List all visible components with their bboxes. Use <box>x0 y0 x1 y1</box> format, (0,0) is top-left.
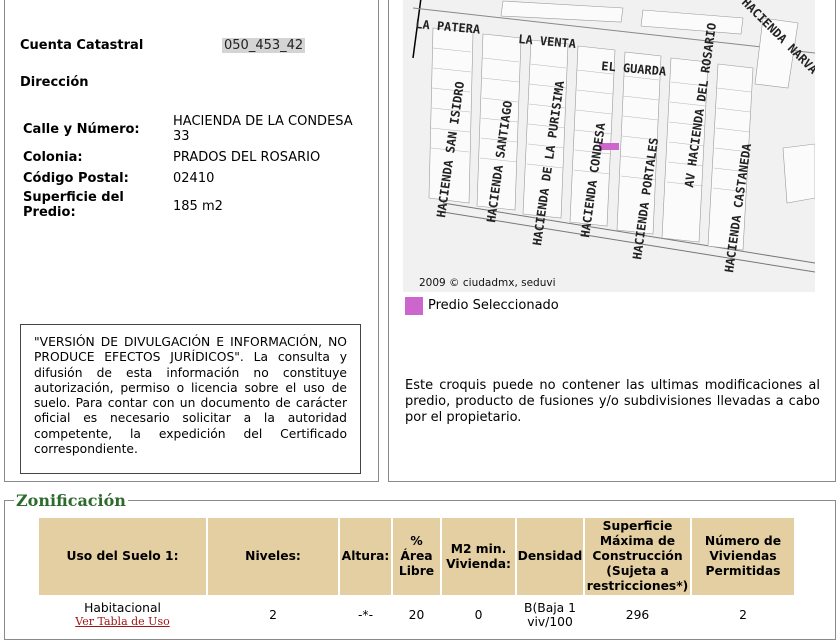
legend-swatch <box>405 297 423 315</box>
croquis-map[interactable]: LA PATERA LA VENTA EL GUARDA HACIENDA NA… <box>403 0 815 292</box>
col-header-m2-min: M2 min. Vivienda: <box>442 518 515 595</box>
zonificacion-title: Zonificación <box>14 491 128 510</box>
cell-altura: -*- <box>357 608 374 622</box>
codigo-postal-label: Código Postal: <box>23 171 129 186</box>
disclaimer-box: "VERSIÓN DE DIVULGACIÓN E INFORMACIÓN, N… <box>20 324 361 474</box>
calle-value: HACIENDA DE LA CONDESA 33 <box>173 114 353 144</box>
col-header-altura: Altura: <box>340 518 391 595</box>
cuenta-catastral-value[interactable]: 050_453_42 <box>222 38 306 53</box>
ver-tabla-uso-link[interactable]: Ver Tabla de Uso <box>39 615 206 629</box>
uso-value: Habitacional <box>84 601 161 615</box>
legend-label: Predio Seleccionado <box>428 298 559 313</box>
cell-densidad: B(Baja 1 viv/100 <box>524 601 576 629</box>
calle-label: Calle y Número: <box>23 122 140 137</box>
cell-superficie: 296 <box>625 608 650 622</box>
cell-niveles: 2 <box>269 608 277 622</box>
col-header-uso: Uso del Suelo 1: <box>39 518 206 595</box>
cell-area-libre: 20 <box>408 608 425 622</box>
col-header-area-libre: % Área Libre <box>393 518 440 595</box>
table-row: Habitacional Ver Tabla de Uso 2 -*- 20 0… <box>39 597 794 633</box>
colonia-label: Colonia: <box>23 150 83 165</box>
cell-m2-min: 0 <box>474 608 483 622</box>
col-header-viviendas: Número de Viviendas Permitidas <box>692 518 794 595</box>
cuenta-catastral-label: Cuenta Catastral <box>20 38 144 53</box>
table-header-row: Uso del Suelo 1: Niveles: Altura: % Área… <box>39 518 794 595</box>
predio-info-panel: Cuenta Catastral 050_453_42 Dirección Ca… <box>4 0 379 482</box>
superficie-label: Superficie del Predio: <box>23 190 124 220</box>
cell-uso: Habitacional Ver Tabla de Uso <box>39 597 206 633</box>
cell-viviendas: 2 <box>739 608 747 622</box>
croquis-note: Este croquis puede no contener las ultim… <box>405 378 820 425</box>
col-header-niveles: Niveles: <box>208 518 338 595</box>
codigo-postal-value: 02410 <box>173 171 215 186</box>
map-copyright: 2009 © ciudadmx, seduvi <box>419 277 556 289</box>
zonificacion-table: Uso del Suelo 1: Niveles: Altura: % Área… <box>37 516 796 635</box>
colonia-value: PRADOS DEL ROSARIO <box>173 150 321 165</box>
col-header-superficie: Superficie Máxima de Construcción (Sujet… <box>585 518 690 595</box>
superficie-value: 185 m2 <box>173 199 223 214</box>
street-map-graphic: LA PATERA LA VENTA EL GUARDA HACIENDA NA… <box>403 0 815 292</box>
croquis-panel: LA PATERA LA VENTA EL GUARDA HACIENDA NA… <box>388 0 836 482</box>
direccion-heading: Dirección <box>20 75 89 90</box>
col-header-densidad: Densidad <box>517 518 583 595</box>
